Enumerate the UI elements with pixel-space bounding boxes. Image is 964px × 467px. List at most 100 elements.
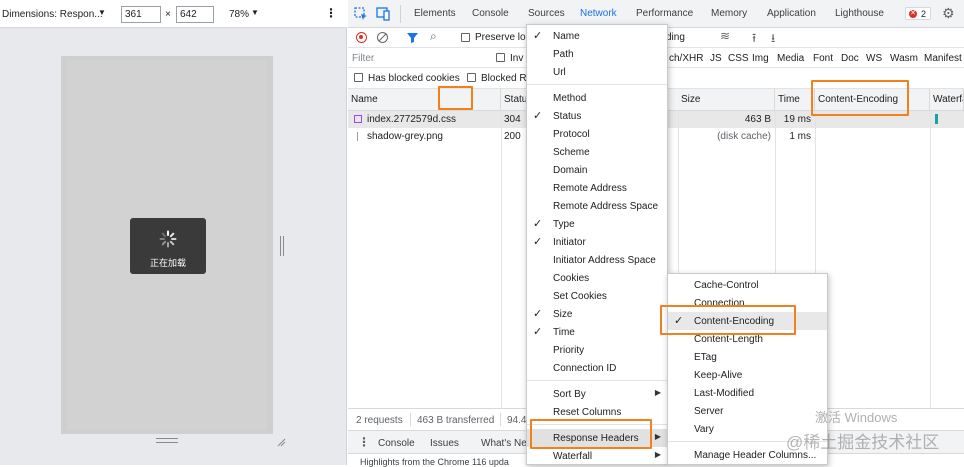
filter-icon[interactable] — [407, 32, 418, 43]
menu-item-etag[interactable]: ETag — [668, 348, 827, 366]
menu-item-sort-by[interactable]: Sort By ▶ — [527, 385, 667, 403]
device-toolbar-icon[interactable] — [376, 6, 391, 21]
menu-item-url[interactable]: Url — [527, 63, 667, 81]
clear-icon[interactable] — [377, 32, 388, 43]
menu-item-remote-address-space[interactable]: Remote Address Space — [527, 197, 667, 215]
submenu-arrow-icon: ▶ — [654, 450, 661, 459]
menu-item-type[interactable]: ✓ Type — [527, 215, 667, 233]
error-badge[interactable]: ✕ 2 — [905, 7, 931, 20]
menu-item-cookies[interactable]: Cookies — [527, 269, 667, 287]
blocked-cookies-label: Has blocked cookies — [368, 73, 460, 84]
drawer-tab-issues[interactable]: Issues — [430, 438, 459, 449]
tab-memory[interactable]: Memory — [711, 8, 747, 19]
menu-item-priority[interactable]: Priority — [527, 341, 667, 359]
device-toolbar: Dimensions: Respon... ▼ 361 × 642 78% ▼ … — [0, 0, 347, 28]
tab-lighthouse[interactable]: Lighthouse — [835, 8, 884, 19]
inspect-element-icon[interactable] — [354, 7, 368, 21]
resize-handle-right[interactable] — [280, 236, 284, 256]
width-input[interactable]: 361 — [121, 6, 161, 23]
request-status: 304 — [504, 114, 521, 125]
invert-label: Inv — [510, 53, 524, 64]
chevron-down-icon[interactable]: ▼ — [98, 8, 106, 17]
tab-network[interactable]: Network — [580, 8, 617, 19]
filter-media[interactable]: Media — [777, 53, 804, 64]
request-name: index.2772579d.css — [367, 114, 456, 125]
highlight-box — [811, 80, 909, 116]
menu-item-protocol[interactable]: Protocol — [527, 125, 667, 143]
menu-item-name[interactable]: ✓ Name — [527, 27, 667, 45]
activate-windows-text: 激活 Windows — [815, 410, 898, 425]
column-header-time[interactable]: Time — [775, 89, 815, 111]
drawer-tab-console[interactable]: Console — [378, 438, 415, 449]
filter-doc[interactable]: Doc — [841, 53, 859, 64]
chevron-down-icon[interactable]: ▼ — [251, 8, 259, 17]
menu-item-status[interactable]: ✓ Status — [527, 107, 667, 125]
menu-item-domain[interactable]: Domain — [527, 161, 667, 179]
column-header-size[interactable]: Size — [678, 89, 775, 111]
request-size: (disk cache) — [717, 131, 771, 142]
loading-toast: 正在加载 — [130, 218, 206, 274]
filter-input[interactable]: Filter — [352, 53, 374, 64]
record-icon[interactable] — [356, 32, 367, 43]
submenu-arrow-icon: ▶ — [654, 388, 661, 397]
filter-img[interactable]: Img — [752, 53, 769, 64]
invert-checkbox[interactable] — [496, 53, 505, 62]
search-icon[interactable]: ⌕ — [430, 29, 437, 44]
filter-css[interactable]: CSS — [728, 53, 749, 64]
menu-item-keep-alive[interactable]: Keep-Alive — [668, 366, 827, 384]
more-options-icon[interactable]: ⋮ — [325, 6, 337, 20]
menu-item-initiator-address-space[interactable]: Initiator Address Space — [527, 251, 667, 269]
zoom-select[interactable]: 78% — [229, 9, 249, 20]
menu-item-server[interactable]: Server — [668, 402, 827, 420]
menu-item-method[interactable]: Method — [527, 89, 667, 107]
column-context-menu: ✓ Name Path Url Method ✓ Status Protocol S… — [526, 24, 668, 465]
height-input[interactable]: 642 — [176, 6, 214, 23]
menu-item-size[interactable]: ✓ Size — [527, 305, 667, 323]
blocked-requests-checkbox[interactable] — [467, 73, 476, 82]
transferred-size: 463 B transferred — [417, 415, 495, 426]
check-icon: ✓ — [533, 110, 543, 122]
menu-item-connection-id[interactable]: Connection ID — [527, 359, 667, 377]
filter-ws[interactable]: WS — [866, 53, 882, 64]
tab-application[interactable]: Application — [767, 8, 816, 19]
tab-console[interactable]: Console — [472, 8, 509, 19]
menu-item-cache-control[interactable]: Cache-Control — [668, 276, 827, 294]
column-header-status[interactable]: Statu — [501, 89, 527, 111]
blocked-cookies-checkbox[interactable] — [354, 73, 363, 82]
upload-icon[interactable]: ⭱ — [752, 29, 756, 50]
network-conditions-icon[interactable]: ≋ — [720, 29, 730, 43]
filter-js[interactable]: JS — [710, 53, 722, 64]
filter-font[interactable]: Font — [813, 53, 833, 64]
menu-item-scheme[interactable]: Scheme — [527, 143, 667, 161]
check-icon: ✓ — [533, 30, 543, 42]
tab-performance[interactable]: Performance — [636, 8, 693, 19]
menu-item-path[interactable]: Path — [527, 45, 667, 63]
dimensions-select[interactable]: Dimensions: Respon... — [2, 9, 103, 20]
preserve-log-checkbox[interactable] — [461, 33, 470, 42]
gear-icon[interactable]: ⚙ — [942, 5, 955, 22]
drawer-menu-icon[interactable]: ⋮ — [358, 435, 370, 449]
drawer-tab-whats-new[interactable]: What's Ne — [481, 438, 527, 449]
column-header-name[interactable]: Name — [348, 89, 501, 111]
divider — [400, 5, 401, 23]
filter-manifest[interactable]: Manifest — [924, 53, 962, 64]
menu-item-last-modified[interactable]: Last-Modified — [668, 384, 827, 402]
throttle-select[interactable]: ding — [666, 32, 685, 43]
device-emulation-pane: Dimensions: Respon... ▼ 361 × 642 78% ▼ … — [0, 0, 347, 465]
filter-wasm[interactable]: Wasm — [890, 53, 918, 64]
highlight-box — [530, 419, 652, 449]
download-icon[interactable]: ⭳ — [771, 29, 775, 50]
menu-item-initiator[interactable]: ✓ Initiator — [527, 233, 667, 251]
resize-corner-icon[interactable] — [276, 437, 286, 447]
menu-item-set-cookies[interactable]: Set Cookies — [527, 287, 667, 305]
tab-sources[interactable]: Sources — [528, 8, 565, 19]
error-icon: ✕ — [909, 10, 917, 18]
menu-item-waterfall[interactable]: Waterfall ▶ — [527, 447, 667, 465]
preserve-log-label: Preserve lo — [475, 32, 526, 43]
resize-handle-bottom[interactable] — [156, 438, 178, 443]
filter-fetch-xhr[interactable]: ch/XHR — [669, 53, 703, 64]
menu-item-time[interactable]: ✓ Time — [527, 323, 667, 341]
tab-elements[interactable]: Elements — [414, 8, 456, 19]
column-header-waterfall[interactable]: Waterfa — [930, 89, 964, 111]
menu-item-remote-address[interactable]: Remote Address — [527, 179, 667, 197]
